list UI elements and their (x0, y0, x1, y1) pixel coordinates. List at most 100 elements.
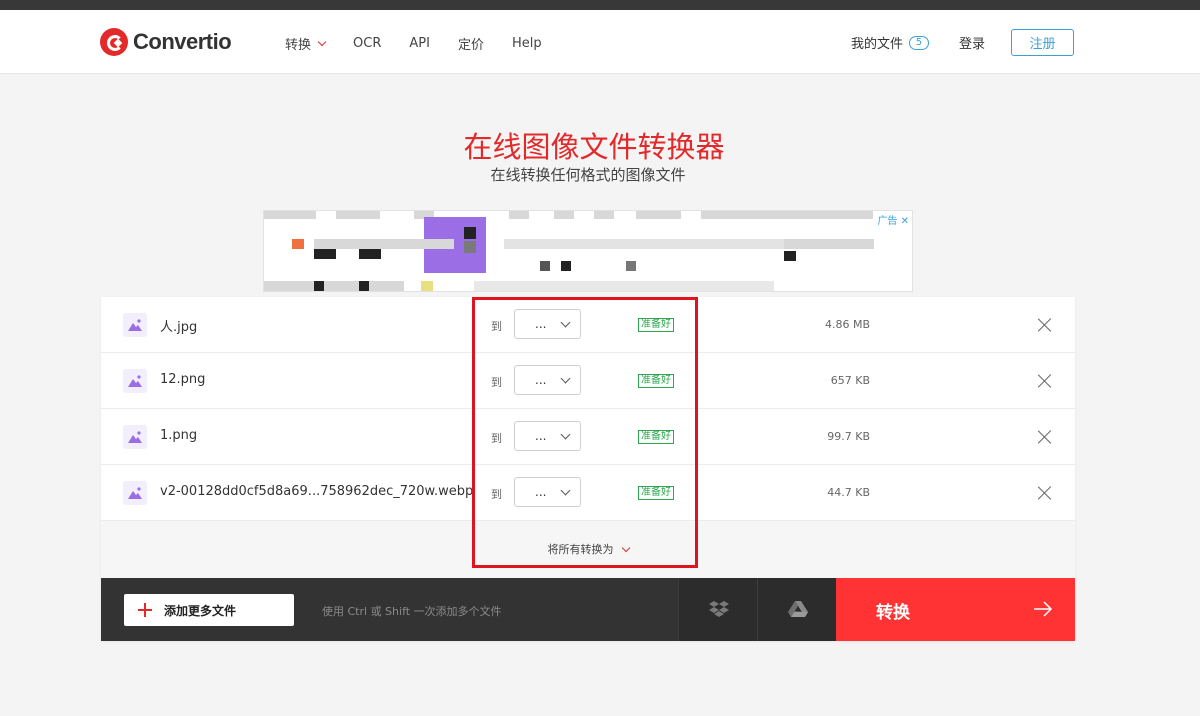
ad-blurred-block (264, 281, 404, 291)
ad-blurred-block (561, 261, 571, 271)
convert-all-area: 将所有转换为 (101, 521, 1075, 578)
chevron-down-icon (561, 430, 571, 440)
format-select[interactable]: ... (514, 421, 581, 451)
ad-blurred-block (464, 227, 476, 239)
add-more-files-label: 添加更多文件 (164, 602, 236, 619)
my-files-label: 我的文件 (851, 33, 903, 52)
image-file-icon (123, 313, 147, 337)
ad-blurred-block (421, 281, 433, 291)
google-drive-button[interactable] (757, 578, 836, 641)
file-size: 44.7 KB (827, 486, 870, 499)
ad-blurred-block (784, 251, 796, 261)
status-badge: 准备好 (638, 486, 674, 500)
ad-blurred-block (359, 281, 369, 291)
close-icon[interactable] (1037, 429, 1053, 445)
convert-all-dropdown[interactable]: 将所有转换为 (101, 541, 1075, 557)
ad-blurred-block (554, 210, 574, 219)
my-files-count-badge: 5 (909, 36, 929, 50)
my-files-link[interactable]: 我的文件 5 (851, 33, 929, 52)
account-nav: 我的文件 5 登录 注册 (851, 29, 1074, 56)
file-size: 4.86 MB (825, 318, 870, 331)
nav-help[interactable]: Help (512, 36, 542, 51)
file-row: 人.jpg 到 ... 准备好 4.86 MB (101, 297, 1075, 353)
convert-button-label: 转换 (876, 598, 910, 623)
chevron-down-icon (561, 486, 571, 496)
file-row: v2-00128dd0cf5d8a69...758962dec_720w.web… (101, 465, 1075, 521)
chevron-down-icon (561, 374, 571, 384)
status-badge: 准备好 (638, 318, 674, 332)
ad-blurred-block (464, 241, 476, 253)
site-header: Convertio 转换 OCR API 定价 Help 我的文件 5 登录 注… (0, 10, 1200, 74)
format-select-value: ... (535, 317, 546, 331)
ad-blurred-block (701, 210, 873, 219)
ad-blurred-block (359, 249, 381, 259)
nav-convert-label: 转换 (285, 34, 311, 53)
format-select-value: ... (535, 429, 546, 443)
image-file-icon (123, 481, 147, 505)
convertio-logo-icon (100, 28, 128, 56)
format-select[interactable]: ... (514, 365, 581, 395)
page-subtitle: 在线转换任何格式的图像文件 (0, 164, 1176, 185)
ad-blurred-block (626, 261, 636, 271)
status-badge: 准备好 (638, 430, 674, 444)
image-file-icon (123, 425, 147, 449)
nav-pricing[interactable]: 定价 (458, 34, 484, 53)
dropbox-icon (709, 600, 729, 618)
file-size: 657 KB (831, 374, 870, 387)
page-title: 在线图像文件转换器 (0, 124, 1188, 166)
ad-banner[interactable]: 广告 ✕ (263, 210, 913, 292)
format-select[interactable]: ... (514, 477, 581, 507)
status-badge: 准备好 (638, 374, 674, 388)
close-icon[interactable] (1037, 485, 1053, 501)
ad-blurred-block (474, 281, 774, 291)
ad-tag-label: 广告 (877, 216, 897, 227)
nav-api[interactable]: API (409, 36, 430, 51)
to-label: 到 (491, 374, 502, 390)
format-select[interactable]: ... (514, 309, 581, 339)
logo-text: Convertio (133, 29, 231, 55)
ad-tag[interactable]: 广告 ✕ (877, 212, 909, 227)
main-nav: 转换 OCR API 定价 Help (285, 34, 570, 53)
file-row: 1.png 到 ... 准备好 99.7 KB (101, 409, 1075, 465)
ad-blurred-block (314, 249, 336, 259)
ad-blurred-block (636, 210, 681, 219)
nav-pricing-label: 定价 (458, 34, 484, 53)
ad-blurred-block (504, 239, 804, 249)
ad-blurred-block (594, 210, 614, 219)
multi-select-hint: 使用 Ctrl 或 Shift 一次添加多个文件 (322, 603, 502, 619)
action-bar: 添加更多文件 使用 Ctrl 或 Shift 一次添加多个文件 转换 (101, 578, 1075, 641)
convert-button[interactable]: 转换 (836, 578, 1075, 641)
plus-icon (138, 603, 152, 617)
nav-help-label: Help (512, 36, 542, 51)
file-name: 人.jpg (160, 316, 197, 335)
browser-top-strip (0, 0, 1200, 10)
ad-blurred-block (314, 239, 454, 249)
nav-ocr[interactable]: OCR (353, 36, 381, 51)
logo[interactable]: Convertio (100, 27, 231, 57)
ad-blurred-block (509, 210, 529, 219)
google-drive-icon (788, 600, 808, 618)
image-file-icon (123, 369, 147, 393)
ad-blurred-block (292, 239, 304, 249)
file-name: v2-00128dd0cf5d8a69...758962dec_720w.web… (160, 484, 473, 499)
file-size: 99.7 KB (827, 430, 870, 443)
nav-ocr-label: OCR (353, 36, 381, 51)
to-label: 到 (491, 318, 502, 334)
nav-convert[interactable]: 转换 (285, 34, 325, 53)
ad-blurred-block (540, 261, 550, 271)
format-select-value: ... (535, 373, 546, 387)
file-list-panel: 人.jpg 到 ... 准备好 4.86 MB 12.png 到 ... 准备好… (101, 297, 1075, 641)
close-icon[interactable] (1037, 317, 1053, 333)
close-icon[interactable] (1037, 373, 1053, 389)
dropbox-button[interactable] (678, 578, 757, 641)
to-label: 到 (491, 486, 502, 502)
login-link[interactable]: 登录 (959, 33, 985, 52)
ad-blurred-block (264, 210, 316, 219)
chevron-down-icon (621, 544, 629, 552)
file-row: 12.png 到 ... 准备好 657 KB (101, 353, 1075, 409)
signup-button[interactable]: 注册 (1011, 29, 1074, 56)
add-more-files-button[interactable]: 添加更多文件 (124, 594, 294, 626)
chevron-down-icon (318, 37, 326, 45)
convert-all-label: 将所有转换为 (548, 543, 614, 556)
to-label: 到 (491, 430, 502, 446)
